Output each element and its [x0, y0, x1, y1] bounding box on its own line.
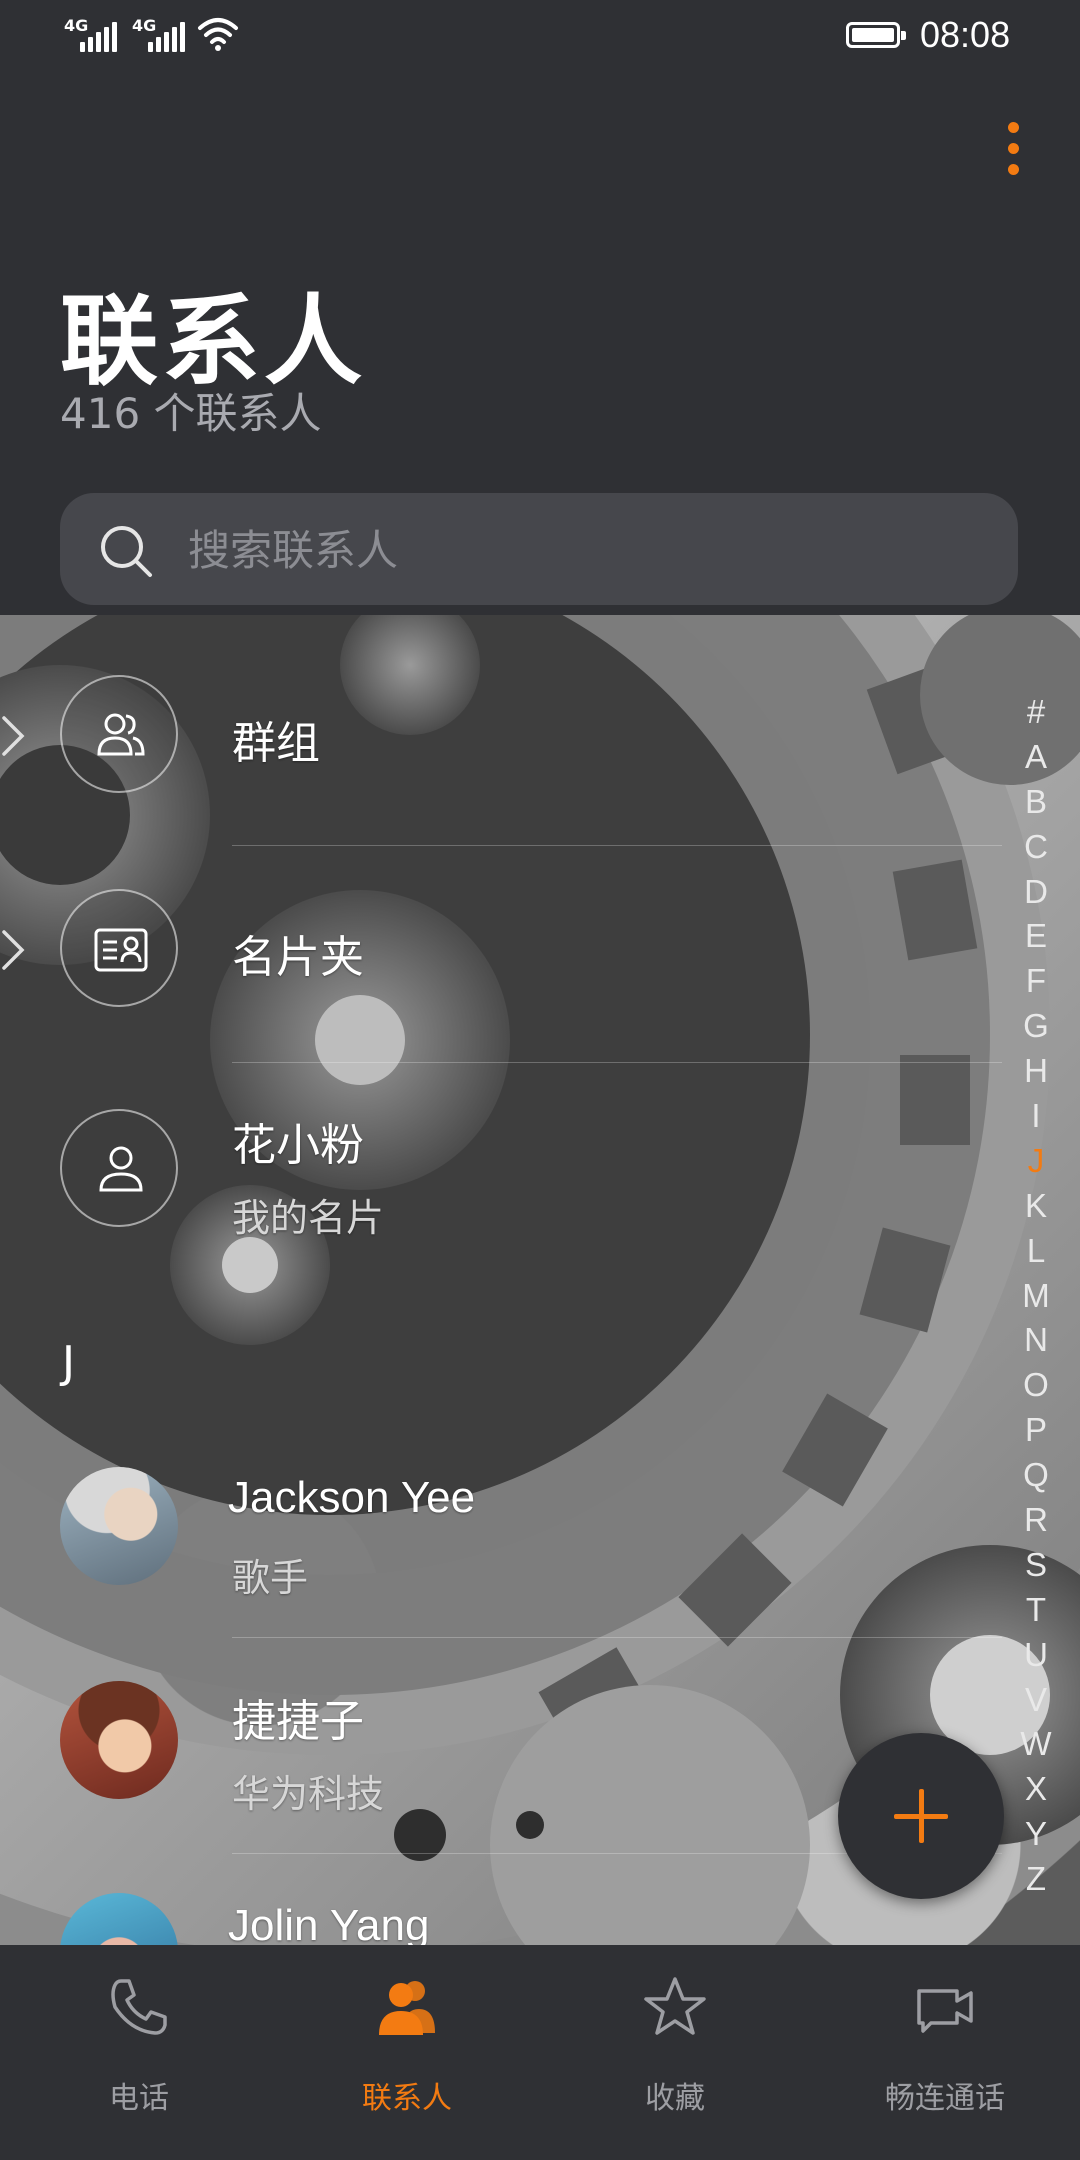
tab-meetime-label: 畅连通话 — [885, 2081, 1005, 2116]
avatar[interactable] — [60, 1681, 178, 1799]
tab-phone[interactable]: 电话 — [4, 1945, 274, 2160]
more-options-button[interactable] — [996, 114, 1032, 184]
divider — [232, 1062, 1002, 1063]
my-name[interactable]: 花小粉 — [232, 1109, 364, 1173]
index-letter[interactable]: W — [1016, 1722, 1056, 1767]
chevron-right-icon — [2, 930, 25, 970]
index-letter[interactable]: I — [1016, 1094, 1056, 1139]
tab-meetime[interactable]: 畅连通话 — [810, 1945, 1080, 2160]
index-letter[interactable]: M — [1016, 1274, 1056, 1319]
index-letter[interactable]: U — [1016, 1633, 1056, 1678]
battery-icon — [846, 22, 906, 48]
clock: 08:08 — [920, 14, 1011, 55]
index-letter[interactable]: Z — [1016, 1857, 1056, 1902]
index-letter[interactable]: A — [1016, 735, 1056, 780]
contact-name[interactable]: Jolin Yang — [228, 1901, 429, 1945]
index-letter[interactable]: B — [1016, 780, 1056, 825]
bottom-navigation: 电话 联系人 收藏 畅连通话 — [0, 1945, 1080, 2160]
index-letter[interactable]: N — [1016, 1318, 1056, 1363]
divider — [232, 1637, 1002, 1638]
divider — [232, 845, 1002, 846]
index-letter[interactable]: C — [1016, 825, 1056, 870]
index-letter[interactable]: R — [1016, 1498, 1056, 1543]
contact-name[interactable]: Jackson Yee — [228, 1473, 475, 1523]
my-card-icon-circle[interactable] — [60, 1109, 178, 1227]
index-letter[interactable]: O — [1016, 1363, 1056, 1408]
contact-subtitle: 华为科技 — [232, 1772, 385, 1816]
contacts-icon — [379, 1981, 435, 2035]
index-letter[interactable]: F — [1016, 959, 1056, 1004]
index-letter[interactable]: Q — [1016, 1453, 1056, 1498]
tab-phone-label: 电话 — [109, 2081, 169, 2116]
groups-label[interactable]: 群组 — [232, 707, 320, 771]
index-letter[interactable]: V — [1016, 1678, 1056, 1723]
groups-icon-circle[interactable] — [60, 675, 178, 793]
avatar[interactable] — [60, 1467, 178, 1585]
tab-favorites-label: 收藏 — [645, 2081, 705, 2116]
index-letter[interactable]: E — [1016, 914, 1056, 959]
index-letter[interactable]: Y — [1016, 1812, 1056, 1857]
section-header: J — [62, 1337, 75, 1388]
index-letter[interactable]: S — [1016, 1543, 1056, 1588]
index-letter[interactable]: G — [1016, 1004, 1056, 1049]
phone-icon — [111, 1979, 167, 2035]
index-letter[interactable]: D — [1016, 870, 1056, 915]
tab-favorites[interactable]: 收藏 — [540, 1945, 810, 2160]
status-bar: 4G 4G 08:08 — [0, 0, 1080, 70]
index-letter[interactable]: J — [1016, 1139, 1056, 1184]
contact-count: 416 个联系人 — [60, 389, 322, 438]
search-input[interactable] — [186, 493, 970, 607]
alphabet-index[interactable]: # A B C D E F G H I J K L M N O P Q R S T U V W X Y Z — [1016, 690, 1056, 1902]
index-letter[interactable]: T — [1016, 1588, 1056, 1633]
index-letter[interactable]: K — [1016, 1184, 1056, 1229]
star-icon — [644, 1977, 706, 2035]
search-icon — [101, 526, 152, 577]
index-letter[interactable]: H — [1016, 1049, 1056, 1094]
wifi-icon — [198, 18, 238, 51]
add-contact-button[interactable] — [838, 1733, 1004, 1899]
index-letter[interactable]: P — [1016, 1408, 1056, 1453]
contact-name[interactable]: 捷捷子 — [232, 1685, 364, 1749]
search-bar[interactable] — [60, 493, 1018, 607]
video-call-icon — [917, 1989, 973, 2033]
person-icon — [99, 1146, 143, 1192]
my-card-label: 我的名片 — [232, 1196, 385, 1240]
tab-contacts-label: 联系人 — [362, 2081, 452, 2116]
index-letter[interactable]: X — [1016, 1767, 1056, 1812]
tab-contacts[interactable]: 联系人 — [272, 1945, 542, 2160]
business-cards-icon-circle[interactable] — [60, 889, 178, 1007]
index-letter[interactable]: # — [1016, 690, 1056, 735]
group-icon — [97, 713, 145, 756]
business-card-icon — [94, 928, 148, 972]
business-cards-label[interactable]: 名片夹 — [232, 921, 364, 985]
contact-subtitle: 歌手 — [232, 1556, 309, 1600]
index-letter[interactable]: L — [1016, 1229, 1056, 1274]
chevron-right-icon — [2, 716, 25, 756]
